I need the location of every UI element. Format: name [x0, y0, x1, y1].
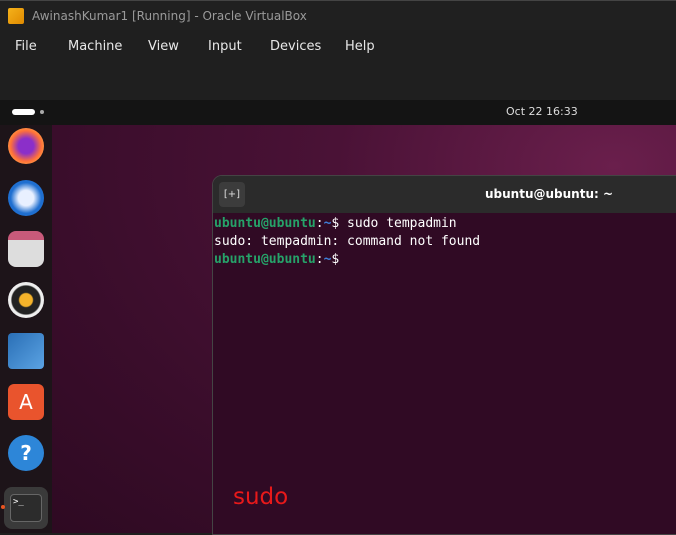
terminal-icon: >_ [10, 494, 42, 522]
window-title: AwinashKumar1 [Running] - Oracle Virtual… [32, 8, 307, 23]
annotation-text: sudo [233, 484, 289, 510]
menu-devices[interactable]: Devices [270, 39, 321, 54]
terminal-header: [+] ubuntu@ubuntu: ~ [213, 176, 676, 213]
thunderbird-icon[interactable] [8, 180, 44, 216]
menu-input[interactable]: Input [208, 39, 242, 54]
firefox-icon[interactable] [8, 128, 44, 164]
menu-file[interactable]: File [15, 39, 37, 54]
terminal-title: ubuntu@ubuntu: ~ [485, 187, 614, 201]
clock[interactable]: Oct 22 16:33 [506, 105, 578, 118]
app-center-icon[interactable]: A [8, 384, 44, 420]
window-titlebar: AwinashKumar1 [Running] - Oracle Virtual… [0, 0, 676, 30]
dock: A ? >_ [0, 125, 52, 533]
files-icon[interactable] [8, 231, 44, 267]
terminal-output[interactable]: ubuntu@ubuntu:~$ sudo tempadmin sudo: tem… [213, 213, 676, 269]
menu-help[interactable]: Help [345, 39, 375, 54]
menu-bar: File Machine View Input Devices Help [0, 30, 676, 100]
libreoffice-writer-icon[interactable] [8, 333, 44, 369]
running-indicator [1, 505, 5, 509]
terminal-window[interactable]: [+] ubuntu@ubuntu: ~ ubuntu@ubuntu:~$ su… [212, 175, 676, 535]
terminal-line: sudo: tempadmin: command not found [214, 234, 481, 249]
help-icon[interactable]: ? [8, 435, 44, 471]
rhythmbox-icon[interactable] [8, 282, 44, 318]
terminal-dock-item[interactable]: >_ [4, 487, 48, 529]
terminal-line: ubuntu@ubuntu:~$ [214, 252, 340, 267]
terminal-line: ubuntu@ubuntu:~$ sudo tempadmin [214, 216, 457, 231]
menu-machine[interactable]: Machine [68, 39, 122, 54]
virtualbox-icon [8, 7, 24, 24]
menu-view[interactable]: View [148, 39, 179, 54]
workspace-dot[interactable] [40, 110, 44, 114]
workspace-indicator[interactable] [12, 109, 35, 115]
gnome-top-bar: Oct 22 16:33 [0, 100, 676, 125]
new-tab-button[interactable]: [+] [219, 182, 245, 207]
